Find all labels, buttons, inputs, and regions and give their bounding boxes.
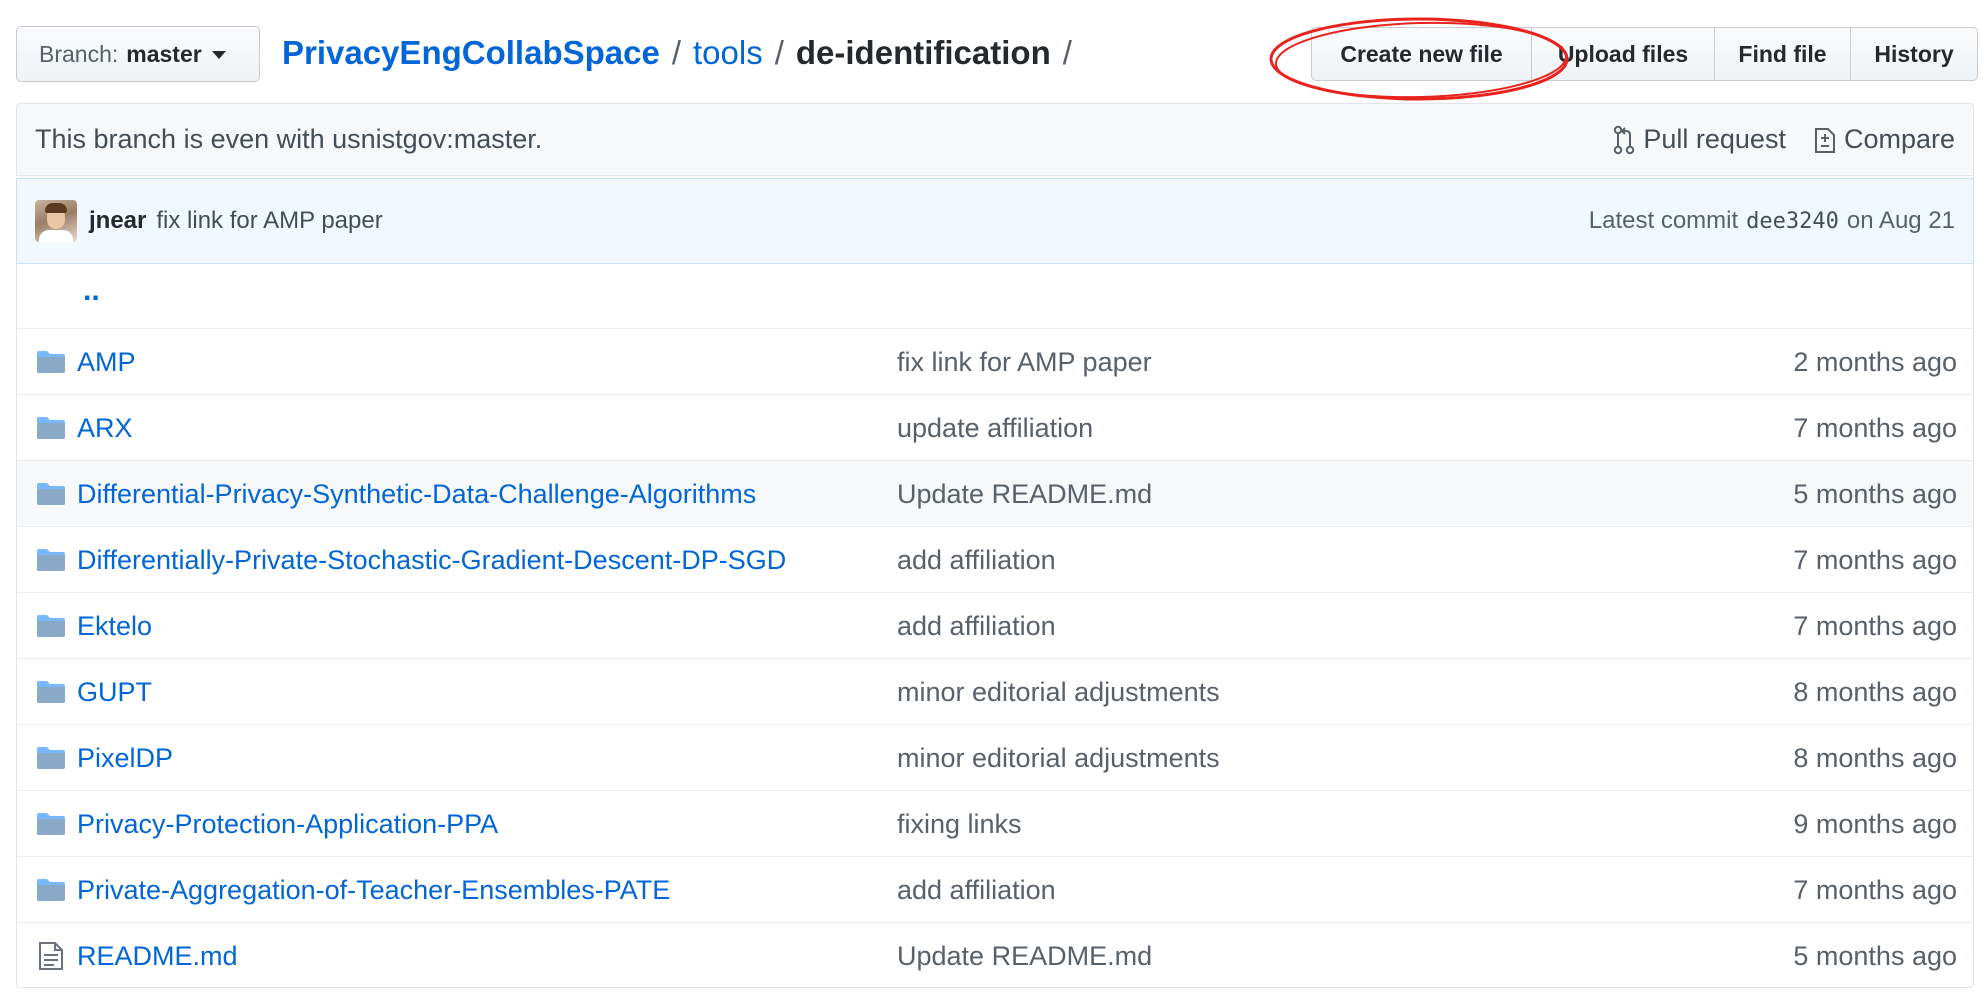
- file-list: .. AMP fix link for AMP paper 2 months a…: [16, 264, 1974, 988]
- file-name-link[interactable]: README.md: [77, 941, 238, 972]
- file-age: 7 months ago: [1793, 544, 1957, 575]
- commit-author-link[interactable]: jnear: [89, 207, 146, 235]
- parent-directory-row: ..: [17, 264, 1973, 328]
- table-row: Private-Aggregation-of-Teacher-Ensembles…: [17, 856, 1973, 923]
- file-name-link[interactable]: PixelDP: [77, 743, 173, 774]
- branch-name: master: [126, 40, 202, 67]
- folder-icon: [37, 417, 65, 439]
- latest-commit-label: Latest commit: [1588, 207, 1739, 234]
- caret-down-icon: [211, 51, 226, 59]
- commit-sha-link[interactable]: dee3240: [1746, 209, 1839, 234]
- folder-icon: [37, 549, 65, 571]
- file-age: 9 months ago: [1793, 808, 1957, 839]
- branch-status-message: This branch is even with usnistgov:maste…: [35, 124, 543, 154]
- breadcrumb-separator: /: [671, 34, 681, 71]
- avatar[interactable]: [35, 200, 77, 242]
- commit-date: on Aug 21: [1846, 207, 1955, 234]
- parent-directory-link[interactable]: ..: [83, 274, 100, 308]
- pull-request-label: Pull request: [1643, 124, 1786, 154]
- table-row: AMP fix link for AMP paper 2 months ago: [17, 328, 1973, 395]
- folder-icon: [37, 615, 65, 637]
- table-row: Privacy-Protection-Application-PPA fixin…: [17, 790, 1973, 857]
- file-age: 5 months ago: [1793, 478, 1957, 509]
- table-row: Differential-Privacy-Synthetic-Data-Chal…: [17, 460, 1973, 527]
- file-age: 7 months ago: [1793, 610, 1957, 641]
- breadcrumb: PrivacyEngCollabSpace / tools / de-ident…: [282, 30, 1084, 76]
- table-row: ARX update affiliation 7 months ago: [17, 394, 1973, 461]
- file-name-link[interactable]: Differentially-Private-Stochastic-Gradie…: [77, 545, 786, 576]
- latest-commit-bar: jnear fix link for AMP paper Latest comm…: [16, 178, 1974, 264]
- file-name-link[interactable]: Ektelo: [77, 611, 152, 642]
- file-commit-message-link[interactable]: add affiliation: [897, 875, 1056, 906]
- file-commit-message-link[interactable]: fix link for AMP paper: [897, 347, 1152, 378]
- file-age: 8 months ago: [1793, 742, 1957, 773]
- file-commit-message-link[interactable]: minor editorial adjustments: [897, 743, 1220, 774]
- file-name-link[interactable]: Private-Aggregation-of-Teacher-Ensembles…: [77, 875, 670, 906]
- file-commit-message-link[interactable]: add affiliation: [897, 545, 1056, 576]
- branch-status-bar: This branch is even with usnistgov:maste…: [16, 103, 1974, 176]
- file-commit-message-link[interactable]: minor editorial adjustments: [897, 677, 1220, 708]
- table-row: README.md Update README.md 5 months ago: [17, 922, 1973, 989]
- file-age: 8 months ago: [1793, 676, 1957, 707]
- branch-selector-button[interactable]: Branch: master: [16, 26, 260, 82]
- file-name-link[interactable]: AMP: [77, 347, 136, 378]
- file-age: 2 months ago: [1793, 346, 1957, 377]
- folder-icon: [37, 747, 65, 769]
- file-name-link[interactable]: Privacy-Protection-Application-PPA: [77, 809, 498, 840]
- folder-icon: [37, 879, 65, 901]
- git-pull-request-icon: [1614, 125, 1635, 154]
- table-row: GUPT minor editorial adjustments 8 month…: [17, 658, 1973, 725]
- file-commit-message-link[interactable]: Update README.md: [897, 941, 1152, 972]
- branch-label: Branch:: [39, 40, 119, 67]
- file-age: 5 months ago: [1793, 940, 1957, 971]
- file-commit-message-link[interactable]: Update README.md: [897, 479, 1152, 510]
- file-name-link[interactable]: ARX: [77, 413, 133, 444]
- breadcrumb-tools-link[interactable]: tools: [693, 34, 763, 72]
- compare-link[interactable]: Compare: [1814, 124, 1955, 155]
- folder-icon: [37, 483, 65, 505]
- folder-icon: [37, 813, 65, 835]
- file-age: 7 months ago: [1793, 874, 1957, 905]
- table-row: Differentially-Private-Stochastic-Gradie…: [17, 526, 1973, 593]
- history-button[interactable]: History: [1851, 28, 1977, 80]
- breadcrumb-current-folder: de-identification: [795, 34, 1051, 71]
- file-name-link[interactable]: Differential-Privacy-Synthetic-Data-Chal…: [77, 479, 756, 510]
- breadcrumb-repo-link[interactable]: PrivacyEngCollabSpace: [282, 34, 660, 72]
- file-commit-message-link[interactable]: add affiliation: [897, 611, 1056, 642]
- compare-label: Compare: [1843, 124, 1955, 154]
- table-row: Ektelo add affiliation 7 months ago: [17, 592, 1973, 659]
- diff-icon: [1814, 127, 1835, 153]
- find-file-button[interactable]: Find file: [1715, 28, 1851, 80]
- folder-icon: [37, 681, 65, 703]
- file-commit-message-link[interactable]: fixing links: [897, 809, 1022, 840]
- breadcrumb-separator: /: [1062, 34, 1072, 71]
- file-name-link[interactable]: GUPT: [77, 677, 152, 708]
- commit-message-link[interactable]: fix link for AMP paper: [156, 207, 1588, 235]
- folder-icon: [37, 351, 65, 373]
- file-text-icon: [39, 942, 63, 970]
- file-commit-message-link[interactable]: update affiliation: [897, 413, 1093, 444]
- pull-request-link[interactable]: Pull request: [1613, 124, 1786, 155]
- breadcrumb-separator: /: [774, 34, 784, 71]
- file-age: 7 months ago: [1793, 412, 1957, 443]
- table-row: PixelDP minor editorial adjustments 8 mo…: [17, 724, 1973, 791]
- upload-files-button[interactable]: Upload files: [1532, 28, 1715, 80]
- create-new-file-button[interactable]: Create new file: [1312, 28, 1532, 80]
- file-actions-group: Create new file Upload files Find file H…: [1311, 27, 1978, 81]
